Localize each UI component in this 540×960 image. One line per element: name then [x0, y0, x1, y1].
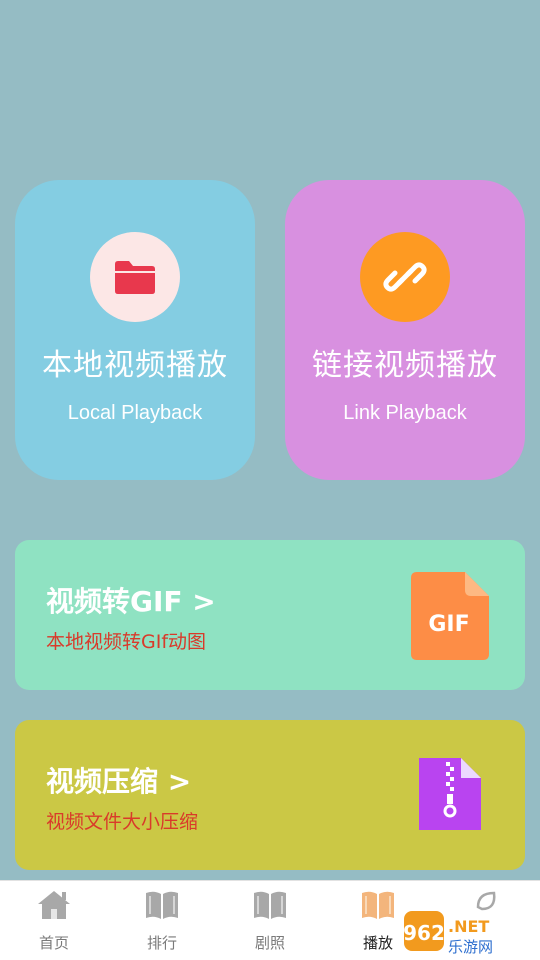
local-playback-subtitle: Local Playback: [67, 402, 203, 424]
zip-file-icon: [419, 758, 481, 830]
book-icon: [254, 891, 286, 919]
watermark-suffix: .NET: [448, 917, 489, 936]
tab-stills-label: 剧照: [254, 934, 285, 952]
watermark-text: 乐游网: [448, 938, 493, 956]
gif-icon-label: GIF: [428, 612, 469, 637]
book-icon: [146, 891, 178, 919]
tab-home-label: 首页: [38, 934, 69, 952]
video-compress-title: 视频压缩 >: [46, 765, 192, 798]
tab-stills[interactable]: 剧照: [216, 881, 324, 960]
video-to-gif-card[interactable]: 视频转GIF > 本地视频转GIf动图 GIF: [15, 540, 525, 690]
video-compress-card[interactable]: 视频压缩 > 视频文件大小压缩: [15, 720, 525, 870]
folder-icon: [115, 261, 155, 294]
link-icon-circle: [360, 232, 450, 322]
tab-ranking-label: 排行: [146, 934, 177, 952]
local-playback-title: 本地视频播放: [42, 348, 228, 383]
folder-icon-circle: [90, 232, 180, 322]
tab-ranking[interactable]: 排行: [108, 881, 216, 960]
video-to-gif-title: 视频转GIF >: [46, 585, 216, 618]
tab-home[interactable]: 首页: [0, 881, 108, 960]
watermark-number: 962: [403, 921, 445, 945]
home-icon: [38, 891, 70, 919]
local-playback-card[interactable]: 本地视频播放 Local Playback: [15, 180, 255, 480]
link-playback-subtitle: Link Playback: [343, 402, 467, 424]
video-to-gif-subtitle: 本地视频转GIf动图: [46, 631, 207, 653]
link-icon: [383, 262, 427, 292]
watermark-logo: 962 .NET 乐游网: [403, 911, 493, 956]
video-compress-subtitle: 视频文件大小压缩: [46, 811, 199, 833]
link-playback-card[interactable]: 链接视频播放 Link Playback: [285, 180, 525, 480]
gif-file-icon: GIF: [411, 572, 489, 660]
link-playback-title: 链接视频播放: [312, 348, 498, 383]
book-icon: [362, 891, 394, 919]
